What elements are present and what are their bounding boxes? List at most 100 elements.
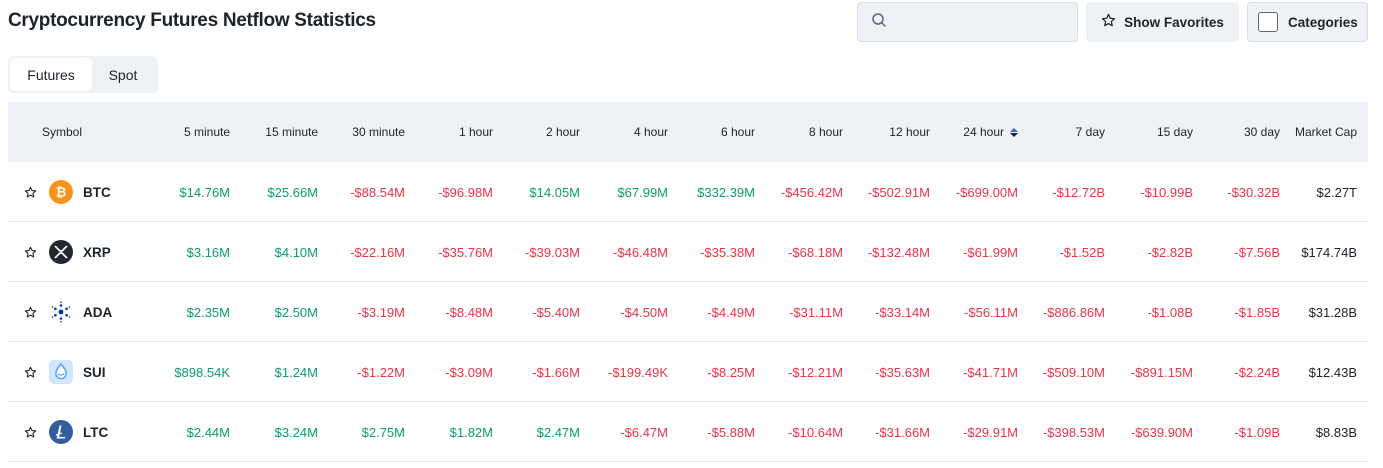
netflow-cell-15-day: -$1.08B: [1147, 304, 1193, 320]
netflow-cell-6-hour: -$4.49M: [707, 304, 755, 320]
netflow-cell-1-hour: -$3.09M: [445, 364, 493, 380]
netflow-cell-4-hour: -$6.47M: [620, 424, 668, 440]
symbol-cell: SUI: [24, 342, 106, 402]
search-icon: [871, 12, 887, 33]
categories-label: Categories: [1288, 14, 1358, 30]
show-favorites-button[interactable]: Show Favorites: [1086, 2, 1239, 42]
header-6-hour[interactable]: 6 hour: [721, 102, 755, 162]
market-cap-cell: $12.43B: [1308, 364, 1357, 380]
netflow-cell-4-hour: $67.99M: [617, 184, 668, 200]
header-4-hour[interactable]: 4 hour: [634, 102, 668, 162]
netflow-cell-2-hour: $2.47M: [536, 424, 580, 440]
netflow-cell-6-hour: -$5.88M: [707, 424, 755, 440]
market-cap-cell: $31.28B: [1308, 304, 1357, 320]
table-row[interactable]: ADA $2.35M $2.50M -$3.19M -$8.48M -$5.40M -$4.…: [8, 282, 1368, 342]
netflow-cell-6-hour: -$35.38M: [700, 244, 755, 260]
market-cap-cell: $8.83B: [1315, 424, 1357, 440]
symbol-ticker: LTC: [83, 424, 109, 440]
header-symbol[interactable]: Symbol: [42, 102, 82, 162]
symbol-cell: LTC: [24, 402, 108, 462]
market-type-tabs: Futures Spot: [8, 56, 158, 93]
netflow-cell-5-minute: $3.16M: [186, 244, 230, 260]
header-market-cap[interactable]: Market Cap: [1295, 102, 1357, 162]
netflow-cell-12-hour: -$132.48M: [867, 244, 930, 260]
netflow-cell-4-hour: -$199.49K: [608, 364, 668, 380]
netflow-cell-30-minute: -$1.22M: [357, 364, 405, 380]
netflow-cell-12-hour: -$502.91M: [867, 184, 930, 200]
header-1-hour[interactable]: 1 hour: [459, 102, 493, 162]
table-row[interactable]: SUI $898.54K $1.24M -$1.22M -$3.09M -$1.66M -$…: [8, 342, 1368, 402]
table-header: Symbol 5 minute 15 minute 30 minute 1 ho…: [8, 102, 1368, 162]
search-box[interactable]: [857, 2, 1078, 42]
netflow-cell-15-day: -$2.82B: [1147, 244, 1193, 260]
netflow-cell-8-hour: -$12.21M: [788, 364, 843, 380]
symbol-cell: XRP: [24, 222, 111, 282]
netflow-cell-30-day: -$2.24B: [1234, 364, 1280, 380]
netflow-table: Symbol 5 minute 15 minute 30 minute 1 ho…: [8, 102, 1368, 462]
symbol-cell: ₿ BTC: [24, 162, 111, 222]
header-24-hour-label: 24 hour: [963, 125, 1004, 139]
header-8-hour[interactable]: 8 hour: [809, 102, 843, 162]
netflow-cell-7-day: -$886.86M: [1042, 304, 1105, 320]
netflow-cell-15-minute: $25.66M: [267, 184, 318, 200]
tab-futures[interactable]: Futures: [10, 58, 92, 91]
netflow-cell-24-hour: -$29.91M: [963, 424, 1018, 440]
netflow-cell-8-hour: -$68.18M: [788, 244, 843, 260]
categories-checkbox[interactable]: [1258, 12, 1278, 32]
netflow-cell-15-day: -$639.90M: [1130, 424, 1193, 440]
bitcoin-icon: ₿: [49, 180, 73, 204]
netflow-cell-7-day: -$1.52B: [1059, 244, 1105, 260]
header-15-day[interactable]: 15 day: [1157, 102, 1193, 162]
header-2-hour[interactable]: 2 hour: [546, 102, 580, 162]
netflow-cell-24-hour: -$699.00M: [955, 184, 1018, 200]
table-row[interactable]: ₿ BTC $14.76M $25.66M -$88.54M -$96.98M $14.05…: [8, 162, 1368, 222]
netflow-cell-12-hour: -$31.66M: [875, 424, 930, 440]
netflow-cell-30-minute: -$88.54M: [350, 184, 405, 200]
svg-text:₿: ₿: [56, 186, 67, 201]
header-30-day[interactable]: 30 day: [1244, 102, 1280, 162]
netflow-cell-4-hour: -$46.48M: [613, 244, 668, 260]
netflow-cell-8-hour: -$31.11M: [789, 304, 843, 320]
netflow-cell-7-day: -$509.10M: [1042, 364, 1105, 380]
netflow-cell-5-minute: $898.54K: [174, 364, 230, 380]
netflow-cell-2-hour: $14.05M: [529, 184, 580, 200]
netflow-cell-24-hour: -$41.71M: [963, 364, 1018, 380]
header-30-minute[interactable]: 30 minute: [352, 102, 405, 162]
symbol-ticker: XRP: [83, 244, 111, 260]
market-cap-cell: $2.27T: [1316, 184, 1357, 200]
table-row[interactable]: XRP $3.16M $4.10M -$22.16M -$35.76M -$39.03M -…: [8, 222, 1368, 282]
netflow-cell-6-hour: -$8.25M: [707, 364, 755, 380]
header-7-day[interactable]: 7 day: [1076, 102, 1105, 162]
netflow-cell-30-day: -$30.32B: [1227, 184, 1280, 200]
netflow-cell-30-minute: $2.75M: [361, 424, 405, 440]
netflow-cell-1-hour: $1.82M: [449, 424, 493, 440]
table-row[interactable]: LTC $2.44M $3.24M $2.75M $1.82M $2.47M -$6.47M…: [8, 402, 1368, 462]
xrp-icon: [49, 240, 73, 264]
netflow-cell-5-minute: $2.35M: [186, 304, 230, 320]
netflow-cell-30-day: -$7.56B: [1234, 244, 1280, 260]
header-12-hour[interactable]: 12 hour: [889, 102, 930, 162]
header-5-minute[interactable]: 5 minute: [184, 102, 230, 162]
search-input[interactable]: [895, 14, 1065, 30]
litecoin-icon: [49, 420, 73, 444]
favorite-star-icon[interactable]: [24, 306, 37, 319]
sort-icon: [1010, 127, 1018, 137]
symbol-ticker: SUI: [83, 364, 106, 380]
show-favorites-label: Show Favorites: [1124, 14, 1224, 30]
netflow-cell-4-hour: -$4.50M: [620, 304, 668, 320]
cardano-icon: [49, 300, 73, 324]
header-24-hour[interactable]: 24 hour: [963, 102, 1018, 162]
favorite-star-icon[interactable]: [24, 186, 37, 199]
header-15-minute[interactable]: 15 minute: [265, 102, 318, 162]
tab-spot[interactable]: Spot: [92, 58, 154, 91]
favorite-star-icon[interactable]: [24, 366, 37, 379]
netflow-cell-5-minute: $14.76M: [179, 184, 230, 200]
netflow-cell-30-minute: -$22.16M: [350, 244, 405, 260]
favorite-star-icon[interactable]: [24, 426, 37, 439]
categories-button[interactable]: Categories: [1247, 2, 1368, 42]
netflow-cell-30-day: -$1.85B: [1234, 304, 1280, 320]
favorite-star-icon[interactable]: [24, 246, 37, 259]
netflow-cell-15-day: -$10.99B: [1140, 184, 1193, 200]
netflow-cell-2-hour: -$39.03M: [525, 244, 580, 260]
netflow-cell-8-hour: -$10.64M: [788, 424, 843, 440]
